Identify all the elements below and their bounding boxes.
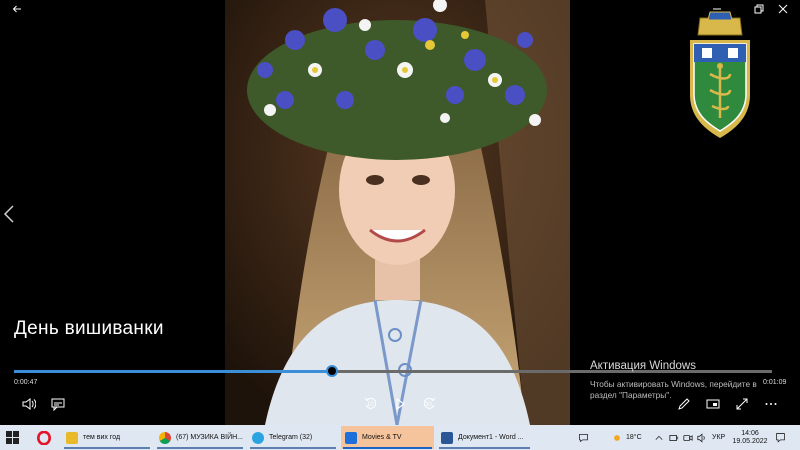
taskbar-app-label: тем вих год [83,434,121,441]
fullscreen-icon[interactable] [731,393,753,415]
video-title: День вишиванки [14,318,164,339]
clock[interactable]: 14:06 19.05.2022 [732,425,768,450]
taskbar-app-label: (67) МУЗИКА ВІЙН... [176,434,244,441]
notifications-icon[interactable] [775,425,786,450]
edit-pencil-icon[interactable] [673,393,695,415]
seek-bar-fill [14,370,333,373]
opera-browser-icon[interactable] [35,429,52,446]
network-icon[interactable] [669,425,679,450]
windows-start-icon[interactable] [6,431,19,444]
clock-time: 14:06 [741,429,759,437]
input-language[interactable]: УКР [712,425,725,450]
webcam-icon[interactable] [683,425,693,450]
chat-icon[interactable] [578,425,589,450]
skip-back-seconds: 10 [367,402,374,408]
taskbar-app-telegram[interactable]: Telegram (32) [248,426,338,449]
close-icon[interactable] [766,0,800,18]
skip-forward-button[interactable]: 30 [418,393,440,415]
subtitles-icon[interactable] [47,393,69,415]
skip-back-button[interactable]: 10 [360,393,382,415]
weather-widget[interactable]: 18°C [612,425,642,450]
play-button[interactable] [389,393,411,415]
clock-date: 19.05.2022 [732,437,768,445]
folder-icon [66,431,78,444]
speaker-icon[interactable] [697,425,707,450]
taskbar-app-chrome[interactable]: (67) МУЗИКА ВІЙН... [155,426,245,449]
coat-of-arms-logo [680,10,760,140]
taskbar-app-movies-tv[interactable]: Movies & TV [341,426,434,449]
elapsed-time: 0:00:47 [14,379,38,386]
telegram-icon [252,431,264,444]
sun-icon [614,434,620,441]
skip-forward-seconds: 30 [425,402,432,408]
taskbar-app-label: Movies & TV [362,434,402,441]
video-frame[interactable] [225,0,570,425]
more-options-icon[interactable] [760,393,782,415]
seek-bar-thumb[interactable] [326,365,339,377]
volume-icon[interactable] [18,393,40,415]
movies-tv-icon [345,431,357,444]
windows-taskbar: тем вих год (67) МУЗИКА ВІЙН... Telegram… [0,425,800,450]
taskbar-app-label: Документ1 - Word ... [458,434,524,441]
chevron-up-icon[interactable] [655,425,663,450]
word-icon [441,431,453,444]
mini-view-icon[interactable] [702,393,724,415]
weather-temperature: 18°C [626,434,642,441]
previous-item-icon[interactable] [3,205,15,223]
movies-tv-player: День вишиванки 0:00:47 0:01:09 Активация… [0,0,800,425]
taskbar-app-label: Telegram (32) [269,434,313,441]
back-arrow-icon[interactable] [0,0,34,18]
taskbar-app-word[interactable]: Документ1 - Word ... [437,426,532,449]
taskbar-app-explorer[interactable]: тем вих год [62,426,152,449]
chrome-icon [159,431,171,444]
activation-title: Активация Windows [590,360,696,372]
